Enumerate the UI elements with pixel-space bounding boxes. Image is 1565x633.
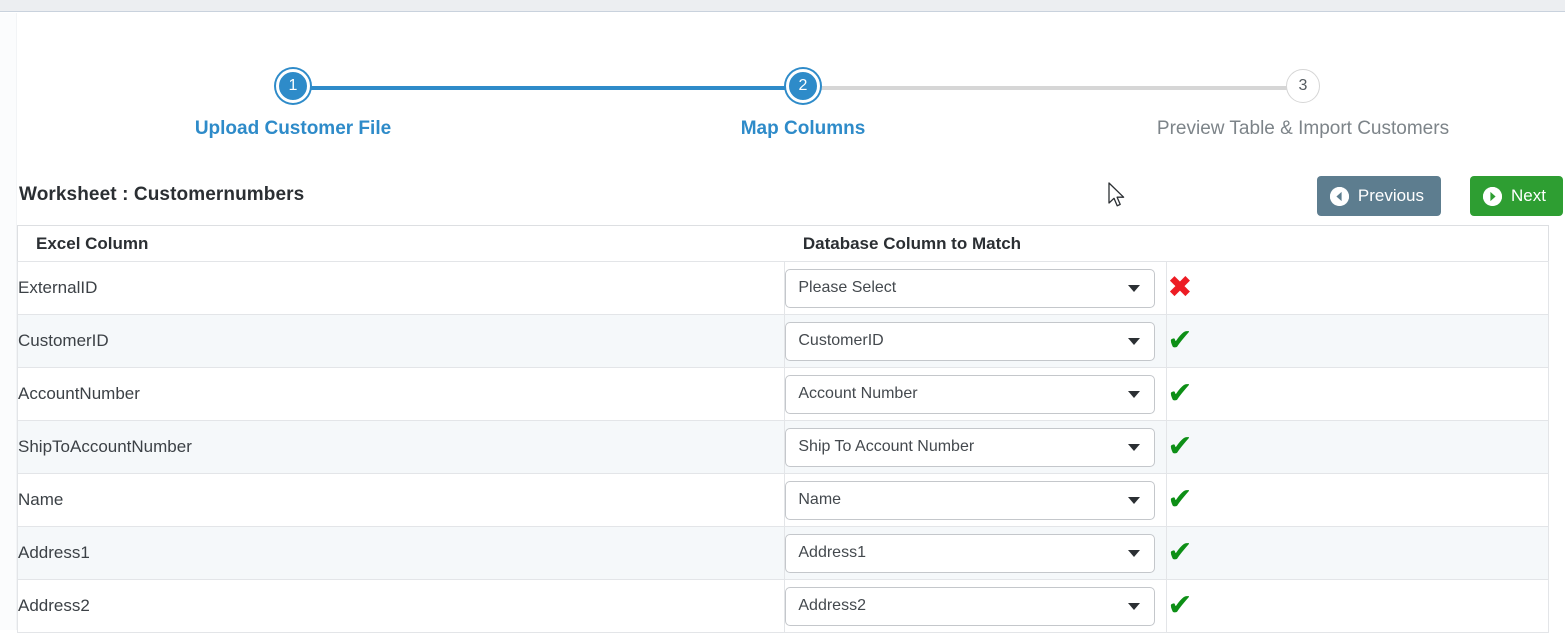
page-left-gutter [0, 13, 17, 630]
wizard-step-2-number: 2 [786, 69, 820, 103]
table-row: Address2 Address2 ✔ [16, 579, 1549, 633]
table-header-row: Excel Column Database Column to Match [17, 225, 1549, 262]
excel-column-name: CustomerID [16, 314, 786, 368]
database-column-select-value: Please Select [798, 279, 897, 296]
mapping-status-cell: ✔ [1166, 579, 1549, 633]
wizard-step-1[interactable]: 1 Upload Customer File [176, 69, 410, 140]
excel-column-name: Name [16, 473, 786, 527]
check-mark-icon: ✔ [1167, 482, 1193, 517]
check-mark-icon: ✔ [1167, 376, 1193, 411]
excel-column-name: ShipToAccountNumber [16, 420, 786, 474]
database-column-select-value: Ship To Account Number [798, 438, 975, 455]
circle-left-arrow-icon [1329, 186, 1349, 206]
check-mark-icon: ✔ [1167, 323, 1193, 358]
database-column-select-value: CustomerID [798, 332, 884, 349]
database-column-select-value: Account Number [798, 385, 918, 402]
mapping-status-cell: ✔ [1166, 367, 1549, 421]
database-column-select[interactable]: Address1 [785, 533, 1156, 573]
database-column-select[interactable]: Name [785, 480, 1156, 520]
caret-down-icon [1128, 549, 1141, 557]
check-mark-icon: ✔ [1167, 588, 1193, 623]
next-button-label: Next [1511, 186, 1546, 205]
database-column-select[interactable]: Account Number [785, 374, 1156, 414]
worksheet-title: Worksheet : Customernumbers [19, 184, 305, 205]
cross-mark-icon: ✖ [1167, 270, 1193, 305]
caret-down-icon [1128, 602, 1141, 610]
database-column-cell: Account Number [784, 367, 1168, 421]
database-column-select[interactable]: CustomerID [785, 321, 1156, 361]
wizard-step-3[interactable]: 3 Preview Table & Import Customers [1117, 69, 1489, 140]
database-column-select[interactable]: Please Select [785, 268, 1156, 308]
excel-column-name: Address2 [16, 579, 786, 633]
caret-down-icon [1128, 284, 1141, 292]
mapping-status-cell: ✔ [1166, 473, 1549, 527]
previous-button-label: Previous [1357, 186, 1424, 205]
column-header-status [1166, 225, 1549, 262]
mapping-status-cell: ✔ [1166, 420, 1549, 474]
excel-column-name: AccountNumber [16, 367, 786, 421]
table-header: Excel Column Database Column to Match [17, 225, 1549, 262]
database-column-select[interactable]: Address2 [785, 586, 1156, 626]
wizard-step-2[interactable]: 2 Map Columns [686, 69, 920, 140]
database-column-select[interactable]: Ship To Account Number [785, 427, 1156, 467]
database-column-cell: Ship To Account Number [784, 420, 1168, 474]
column-header-excel: Excel Column [17, 225, 785, 262]
column-header-database: Database Column to Match [784, 225, 1167, 262]
wizard-step-1-number: 1 [276, 69, 310, 103]
database-column-cell: Address2 [784, 579, 1168, 633]
next-button[interactable]: Next [1470, 176, 1563, 216]
database-column-select-value: Address2 [798, 597, 866, 614]
worksheet-toolbar: Worksheet : Customernumbers Previous Nex… [17, 176, 1565, 224]
mapping-status-cell: ✔ [1166, 526, 1549, 580]
browser-chrome-strip [0, 0, 1565, 12]
caret-down-icon [1128, 496, 1141, 504]
column-mapping-table: Excel Column Database Column to Match Ex… [16, 225, 1549, 633]
caret-down-icon [1128, 390, 1141, 398]
database-column-cell: Name [784, 473, 1168, 527]
caret-down-icon [1128, 337, 1141, 345]
table-row: CustomerID CustomerID ✔ [16, 314, 1549, 368]
database-column-select-value: Address1 [798, 544, 866, 561]
previous-button[interactable]: Previous [1316, 176, 1441, 216]
caret-down-icon [1128, 443, 1141, 451]
table-row: ShipToAccountNumber Ship To Account Numbe… [16, 420, 1549, 474]
database-column-cell: Address1 [784, 526, 1168, 580]
check-mark-icon: ✔ [1167, 429, 1193, 464]
mapping-status-cell: ✔ [1166, 314, 1549, 368]
mapping-status-cell: ✖ [1166, 261, 1549, 315]
wizard-step-2-label: Map Columns [740, 118, 866, 139]
wizard-step-1-label: Upload Customer File [194, 118, 392, 139]
database-column-cell: Please Select [784, 261, 1168, 315]
database-column-cell: CustomerID [784, 314, 1168, 368]
table-row: AccountNumber Account Number ✔ [16, 367, 1549, 421]
database-column-select-value: Name [798, 491, 842, 508]
circle-right-arrow-icon [1483, 186, 1503, 206]
excel-column-name: ExternalID [16, 261, 786, 315]
table-row: Name Name ✔ [16, 473, 1549, 527]
wizard-step-3-number: 3 [1286, 69, 1320, 103]
table-row: Address1 Address1 ✔ [16, 526, 1549, 580]
table-body: ExternalID Please Select ✖ CustomerID Custom… [16, 261, 1549, 633]
wizard-step-3-label: Preview Table & Import Customers [1156, 118, 1450, 139]
table-row: ExternalID Please Select ✖ [16, 261, 1549, 315]
wizard-stepper: 1 Upload Customer File 2 Map Columns 3 P… [17, 13, 1565, 155]
check-mark-icon: ✔ [1167, 535, 1193, 570]
excel-column-name: Address1 [16, 526, 786, 580]
